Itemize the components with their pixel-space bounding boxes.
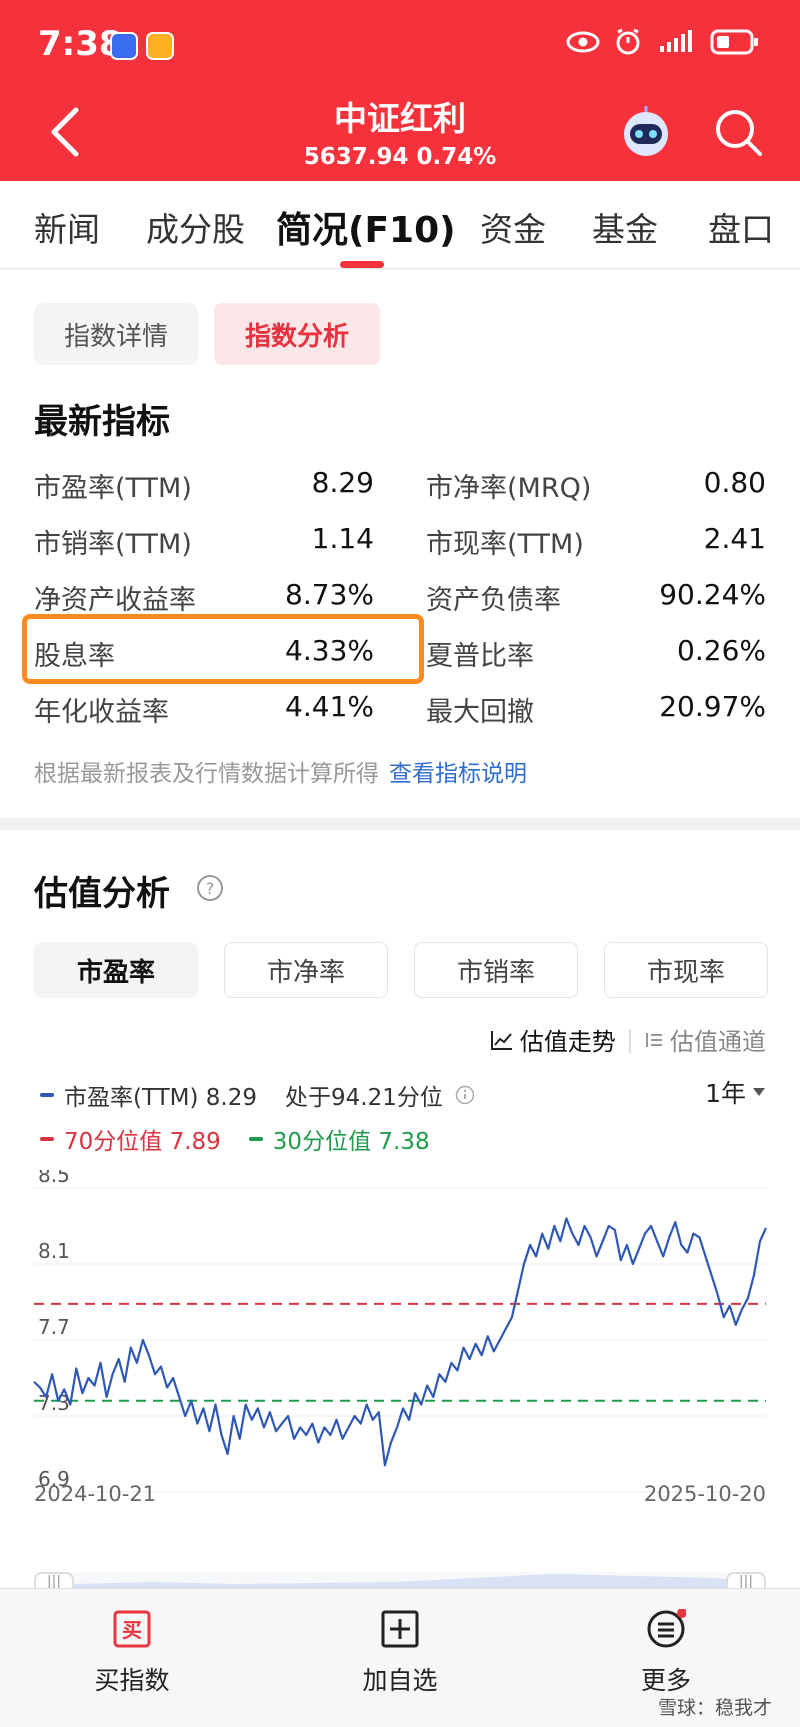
- metric-value-pcf: 2.41: [703, 522, 766, 555]
- metric-value-annual-return: 4.41%: [285, 690, 374, 723]
- trend-chart-icon: [490, 1030, 512, 1050]
- legend-pe-swatch: [40, 1093, 54, 1097]
- metric-label-pe: 市盈率(TTM): [34, 473, 192, 504]
- legend-main: 市盈率(TTM) 8.29 处于94.21分位: [40, 1078, 475, 1112]
- grip-icon: |||: [46, 1574, 62, 1590]
- tab-news[interactable]: 新闻: [34, 203, 100, 251]
- active-tab-indicator: [340, 261, 384, 268]
- svg-text:买: 买: [122, 1618, 142, 1642]
- metric-label-pcf: 市现率(TTM): [426, 529, 584, 560]
- view-switch: 估值走势 | 估值通道: [490, 1022, 766, 1057]
- page-title: 中证红利: [334, 99, 466, 138]
- nav-add-watchlist[interactable]: 加自选: [320, 1609, 480, 1697]
- app-notification-icon: [110, 32, 138, 60]
- eye-icon: [566, 31, 600, 53]
- tab-f10-overview[interactable]: 简况(F10): [276, 201, 456, 253]
- metric-value-sharpe: 0.26%: [677, 634, 766, 667]
- metric-label-sharpe: 夏普比率: [426, 641, 534, 672]
- section-title-valuation: 估值分析: [34, 874, 170, 914]
- caret-down-icon: [753, 1088, 765, 1096]
- battery-icon: [710, 29, 758, 55]
- metric-value-ps: 1.14: [311, 522, 374, 555]
- svg-text:?: ?: [206, 879, 215, 898]
- metric-value-debt-ratio: 90.24%: [659, 578, 766, 611]
- legend-p30-swatch: [248, 1137, 263, 1141]
- x-axis-end-label: 2025-10-20: [643, 1482, 766, 1506]
- y-tick-label: 8.1: [38, 1239, 70, 1263]
- help-icon[interactable]: ?: [196, 874, 224, 902]
- nav-more[interactable]: 更多: [586, 1608, 746, 1697]
- val-tab-ps[interactable]: 市销率: [414, 942, 578, 998]
- val-tab-pe[interactable]: 市盈率: [34, 942, 198, 998]
- period-select[interactable]: 1年: [705, 1074, 766, 1110]
- metric-value-roe: 8.73%: [285, 578, 374, 611]
- search-icon[interactable]: [712, 106, 764, 158]
- metric-label-debt-ratio: 资产负债率: [426, 585, 561, 616]
- view-divider: |: [625, 1025, 634, 1054]
- metric-value-dividend-yield: 4.33%: [285, 634, 374, 667]
- signal-icon: [660, 30, 692, 52]
- status-bar: 7:38: [0, 0, 800, 92]
- x-axis-start-label: 2024-10-21: [34, 1482, 157, 1506]
- tab-funds-flow[interactable]: 资金: [480, 203, 546, 251]
- legend-percentile: 处于94.21分位: [285, 1085, 443, 1111]
- app-header: 7:38 中证红利 5637.94 0.74%: [0, 0, 800, 181]
- metric-label-annual-return: 年化收益率: [34, 697, 169, 728]
- tab-constituents[interactable]: 成分股: [146, 203, 245, 251]
- grip-icon: |||: [738, 1574, 754, 1590]
- legend-p70: 70分位值 7.89: [64, 1129, 221, 1155]
- watermark-text: 雪球：稳我才: [657, 1697, 772, 1719]
- app-notification-icon: [146, 32, 174, 60]
- pe-series-line: [33, 1217, 768, 1467]
- subtab-index-analysis[interactable]: 指数分析: [214, 303, 380, 365]
- back-arrow-icon[interactable]: [44, 104, 88, 160]
- add-square-icon: [381, 1610, 419, 1648]
- tab-funds[interactable]: 基金: [592, 203, 658, 251]
- metric-label-dividend-yield: 股息率: [34, 641, 115, 672]
- bottom-nav: 买 买指数 加自选 更多 雪球：稳我才: [0, 1588, 800, 1727]
- metrics-explanation-link[interactable]: 查看指标说明: [389, 761, 527, 787]
- legend-percentiles: 70分位值 7.89 30分位值 7.38: [40, 1122, 430, 1156]
- buy-icon: 买: [113, 1610, 151, 1648]
- tab-order-book[interactable]: 盘口: [708, 203, 774, 251]
- valuation-analysis-card: 估值分析 ? 市盈率 市净率 市销率 市现率 估值走势 | 估值通道 市盈率(T…: [0, 830, 800, 1590]
- period-label: 1年: [705, 1079, 746, 1108]
- metric-label-roe: 净资产收益率: [34, 585, 196, 616]
- metrics-note-text: 根据最新报表及行情数据计算所得: [34, 761, 379, 787]
- metric-value-max-drawdown: 20.97%: [659, 690, 766, 723]
- y-tick-label: 7.7: [38, 1315, 70, 1339]
- y-tick-label: 8.5: [38, 1170, 70, 1187]
- metrics-footnote: 根据最新报表及行情数据计算所得 查看指标说明: [34, 754, 527, 788]
- legend-p30: 30分位值 7.38: [272, 1129, 430, 1155]
- metric-value-pe: 8.29: [311, 466, 374, 499]
- nav-buy-index[interactable]: 买 买指数: [52, 1609, 212, 1697]
- nav-more-label: 更多: [640, 1666, 691, 1695]
- info-icon[interactable]: [455, 1085, 475, 1105]
- nav-buy-label: 买指数: [94, 1666, 170, 1695]
- view-channel-button[interactable]: 估值通道: [670, 1022, 766, 1057]
- subtab-index-details[interactable]: 指数详情: [34, 303, 198, 365]
- ai-assistant-robot-icon[interactable]: [618, 104, 674, 160]
- metric-value-pb: 0.80: [703, 466, 766, 499]
- status-icons: [566, 28, 760, 56]
- index-quote: 5637.94 0.74%: [303, 144, 497, 170]
- channel-list-icon: [646, 1032, 662, 1047]
- nav-add-label: 加自选: [362, 1666, 438, 1695]
- legend-pe-value: 市盈率(TTM) 8.29: [64, 1085, 258, 1111]
- alarm-icon: [616, 28, 640, 55]
- metric-label-max-drawdown: 最大回撤: [426, 697, 534, 728]
- f10-tab-bar: 新闻 成分股 简况(F10) 资金 基金 盘口: [0, 181, 800, 269]
- legend-p70-swatch: [40, 1137, 54, 1141]
- val-tab-pcf[interactable]: 市现率: [604, 942, 768, 998]
- pe-valuation-chart: 8.58.17.77.36.9: [33, 1170, 768, 1493]
- metric-label-ps: 市销率(TTM): [34, 529, 192, 560]
- section-title-latest: 最新指标: [34, 402, 170, 442]
- view-trend-button[interactable]: 估值走势: [520, 1022, 616, 1057]
- latest-metrics-card: 指数详情 指数分析 最新指标 市盈率(TTM) 8.29 市净率(MRQ) 0.…: [0, 270, 800, 818]
- y-tick-label: 7.3: [38, 1391, 70, 1415]
- val-tab-pb[interactable]: 市净率: [224, 942, 388, 998]
- metric-label-pb: 市净率(MRQ): [426, 473, 592, 504]
- menu-circle-icon: [647, 1608, 687, 1648]
